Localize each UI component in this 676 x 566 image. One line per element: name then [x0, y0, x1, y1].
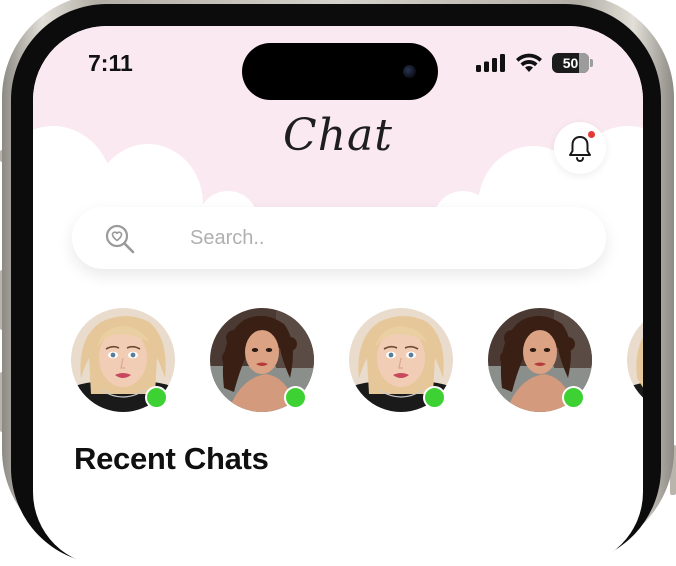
wifi-icon — [516, 53, 542, 72]
notification-badge — [588, 131, 595, 138]
story-avatar[interactable] — [349, 308, 453, 412]
search-input[interactable]: Search.. — [72, 207, 606, 269]
recent-chats-heading: Recent Chats — [74, 441, 269, 476]
battery-indicator: 50 — [552, 53, 589, 73]
dynamic-island — [242, 43, 438, 100]
story-avatar[interactable] — [488, 308, 592, 412]
notifications-button[interactable] — [554, 122, 606, 174]
battery-nub — [590, 59, 593, 67]
status-time: 7:11 — [88, 50, 133, 76]
search-heart-icon — [105, 224, 135, 254]
bell-icon — [569, 136, 591, 162]
online-status-dot — [562, 386, 585, 409]
battery-level: 50 — [562, 55, 579, 71]
status-icons: 50 — [476, 53, 593, 73]
online-status-dot — [284, 386, 307, 409]
front-camera — [403, 65, 416, 78]
cellular-signal-icon — [476, 54, 505, 72]
story-avatar[interactable] — [71, 308, 175, 412]
story-avatar[interactable] — [210, 308, 314, 412]
search-placeholder: Search.. — [190, 227, 265, 249]
partial-avatar — [627, 308, 643, 412]
story-avatar[interactable] — [627, 308, 643, 412]
online-status-dot — [423, 386, 446, 409]
page-title: Chat — [283, 110, 393, 161]
phone-screen: 7:11 50 Chat Search.. Recent Chats — [33, 26, 643, 566]
online-status-dot — [145, 386, 168, 409]
